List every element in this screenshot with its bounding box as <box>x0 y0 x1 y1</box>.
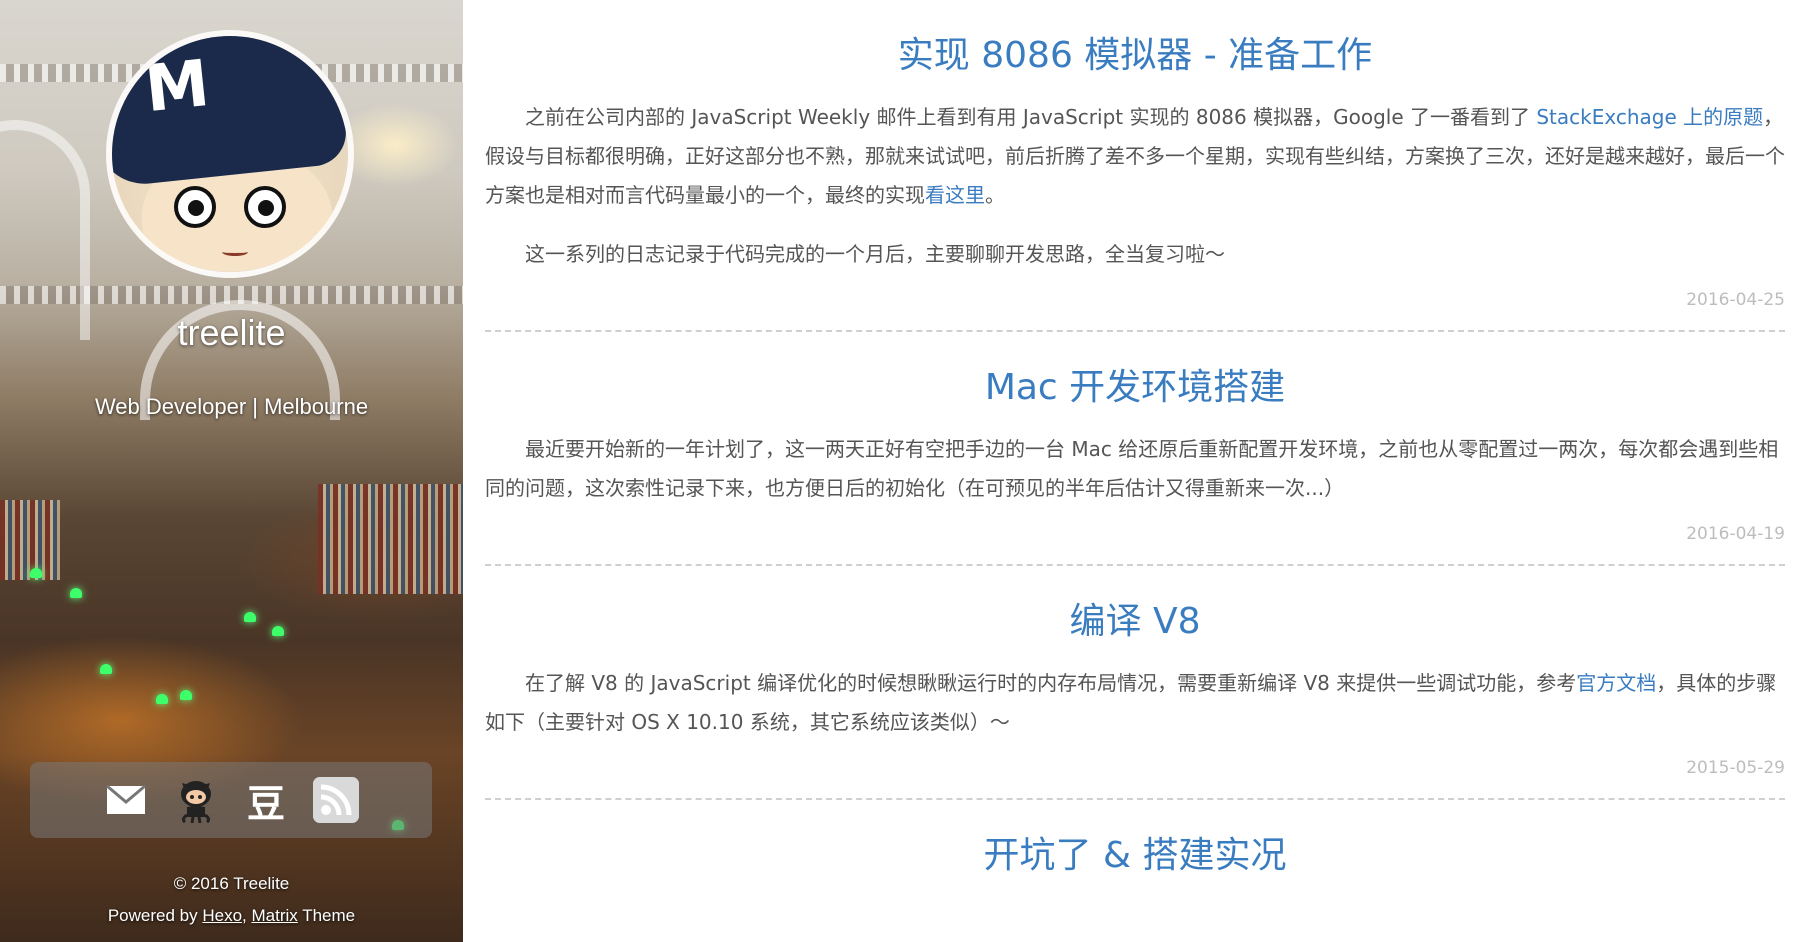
background-lamp <box>70 588 82 598</box>
background-lamp <box>272 626 284 636</box>
background-lamp <box>100 664 112 674</box>
site-subtitle: Web Developer | Melbourne <box>94 394 369 419</box>
avatar-mouth <box>222 248 248 256</box>
excerpt-text: 。 <box>985 183 1005 207</box>
post-date: 2015-05-29 <box>1686 758 1785 778</box>
post-item: Mac 开发环境搭建 最近要开始新的一年计划了，这一两天正好有空把手边的一台 M… <box>485 332 1785 566</box>
post-excerpt: 在了解 V8 的 JavaScript 编译优化的时候想瞅瞅运行时的内存布局情况… <box>485 664 1785 742</box>
avatar-cap: M <box>112 36 348 189</box>
post-excerpt: 最近要开始新的一年计划了，这一两天正好有空把手边的一台 Mac 给还原后重新配置… <box>485 430 1785 508</box>
powered-by-line: Powered by Hexo, Matrix Theme <box>0 900 463 932</box>
post-date: 2016-04-19 <box>1686 524 1785 544</box>
post-title[interactable]: Mac 开发环境搭建 <box>485 332 1785 412</box>
excerpt-paragraph: 最近要开始新的一年计划了，这一两天正好有空把手边的一台 Mac 给还原后重新配置… <box>485 437 1779 500</box>
sidebar-footer: © 2016 Treelite Powered by Hexo, Matrix … <box>0 868 463 932</box>
mail-icon <box>106 785 146 814</box>
stackexchange-link[interactable]: StackExchage 上的原题 <box>1536 105 1763 129</box>
powered-by-label: Powered by <box>107 906 198 925</box>
background-bookshelf <box>0 500 60 580</box>
post-item: 编译 V8 在了解 V8 的 JavaScript 编译优化的时候想瞅瞅运行时的… <box>485 566 1785 800</box>
post-list: 实现 8086 模拟器 - 准备工作 之前在公司内部的 JavaScript W… <box>485 0 1785 942</box>
official-docs-link[interactable]: 官方文档 <box>1576 671 1656 695</box>
avatar-eye <box>174 186 216 228</box>
copyright-text: © 2016 Treelite <box>173 874 290 893</box>
post-excerpt: 之前在公司内部的 JavaScript Weekly 邮件上看到有用 JavaS… <box>485 98 1785 274</box>
mail-link[interactable] <box>103 777 149 823</box>
site-name[interactable]: treelite <box>0 312 463 354</box>
background-lamp <box>30 568 42 578</box>
background-lamp <box>156 694 168 704</box>
post-item: 开坑了 & 搭建实况 <box>485 800 1785 880</box>
matrix-link[interactable]: Matrix <box>252 906 298 925</box>
post-title[interactable]: 开坑了 & 搭建实况 <box>485 800 1785 880</box>
avatar[interactable]: M <box>106 30 354 278</box>
sidebar: M treelite Web Developer | Melbourne 豆 ©… <box>0 0 463 942</box>
excerpt-paragraph: 这一系列的日志记录于代码完成的一个月后，主要聊聊开发思路，全当复习啦～ <box>525 242 1225 266</box>
github-icon <box>181 781 211 823</box>
separator-comma: , <box>242 906 247 925</box>
excerpt-text: 之前在公司内部的 JavaScript Weekly 邮件上看到有用 JavaS… <box>525 105 1537 129</box>
excerpt-paragraph: 之前在公司内部的 JavaScript Weekly 邮件上看到有用 JavaS… <box>485 98 1785 215</box>
hexo-link[interactable]: Hexo <box>202 906 242 925</box>
github-link[interactable] <box>173 777 219 823</box>
douban-link[interactable]: 豆 <box>243 777 289 826</box>
post-item: 实现 8086 模拟器 - 准备工作 之前在公司内部的 JavaScript W… <box>485 0 1785 332</box>
rss-link[interactable] <box>313 777 359 823</box>
post-title[interactable]: 编译 V8 <box>485 566 1785 646</box>
background-bookshelf <box>318 484 463 594</box>
theme-label: Theme <box>302 906 356 925</box>
background-arch <box>0 120 90 340</box>
avatar-eye <box>244 186 286 228</box>
avatar-cap-letter: M <box>141 46 213 128</box>
implementation-link[interactable]: 看这里 <box>925 183 985 207</box>
douban-icon: 豆 <box>246 781 285 826</box>
excerpt-text: 在了解 V8 的 JavaScript 编译优化的时候想瞅瞅运行时的内存布局情况… <box>525 671 1577 695</box>
post-title[interactable]: 实现 8086 模拟器 - 准备工作 <box>485 0 1785 80</box>
rss-icon <box>313 777 359 823</box>
post-date: 2016-04-25 <box>1686 290 1785 310</box>
background-lamp <box>244 612 256 622</box>
excerpt-paragraph: 在了解 V8 的 JavaScript 编译优化的时候想瞅瞅运行时的内存布局情况… <box>485 664 1785 742</box>
social-links: 豆 <box>30 762 432 838</box>
background-lamp <box>180 690 192 700</box>
